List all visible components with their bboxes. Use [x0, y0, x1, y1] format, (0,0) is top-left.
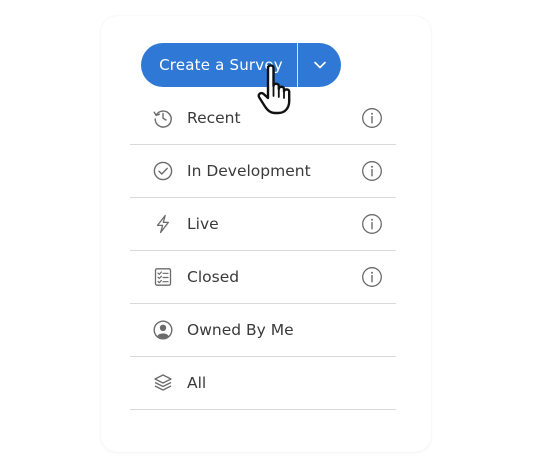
check-circle-icon — [152, 160, 174, 182]
survey-menu-card: Create a Survey Recent In Development Li… — [101, 16, 431, 452]
chevron-down-icon — [313, 61, 326, 69]
list-item-label: Recent — [187, 109, 241, 127]
create-survey-dropdown-toggle[interactable] — [298, 43, 341, 87]
list-item-label: Closed — [187, 268, 240, 286]
user-circle-icon — [152, 319, 174, 341]
history-icon — [152, 107, 174, 129]
layers-icon — [152, 372, 174, 394]
survey-filter-list: Recent In Development Live Closed Owned … — [130, 92, 396, 410]
list-item-label: Live — [187, 215, 219, 233]
checklist-icon — [152, 266, 174, 288]
list-item-label: All — [187, 374, 207, 392]
list-item-label: Owned By Me — [187, 321, 294, 339]
list-item-recent[interactable]: Recent — [130, 92, 396, 145]
list-item-live[interactable]: Live — [130, 198, 396, 251]
create-survey-split-button: Create a Survey — [141, 43, 341, 87]
info-icon[interactable] — [361, 213, 383, 235]
info-icon[interactable] — [361, 107, 383, 129]
create-survey-label: Create a Survey — [159, 56, 283, 74]
list-item-in-development[interactable]: In Development — [130, 145, 396, 198]
lightning-icon — [152, 213, 174, 235]
list-item-label: In Development — [187, 162, 311, 180]
create-survey-button[interactable]: Create a Survey — [141, 43, 297, 87]
list-item-closed[interactable]: Closed — [130, 251, 396, 304]
list-item-all[interactable]: All — [130, 357, 396, 410]
list-item-owned-by-me[interactable]: Owned By Me — [130, 304, 396, 357]
info-icon[interactable] — [361, 266, 383, 288]
info-icon[interactable] — [361, 160, 383, 182]
